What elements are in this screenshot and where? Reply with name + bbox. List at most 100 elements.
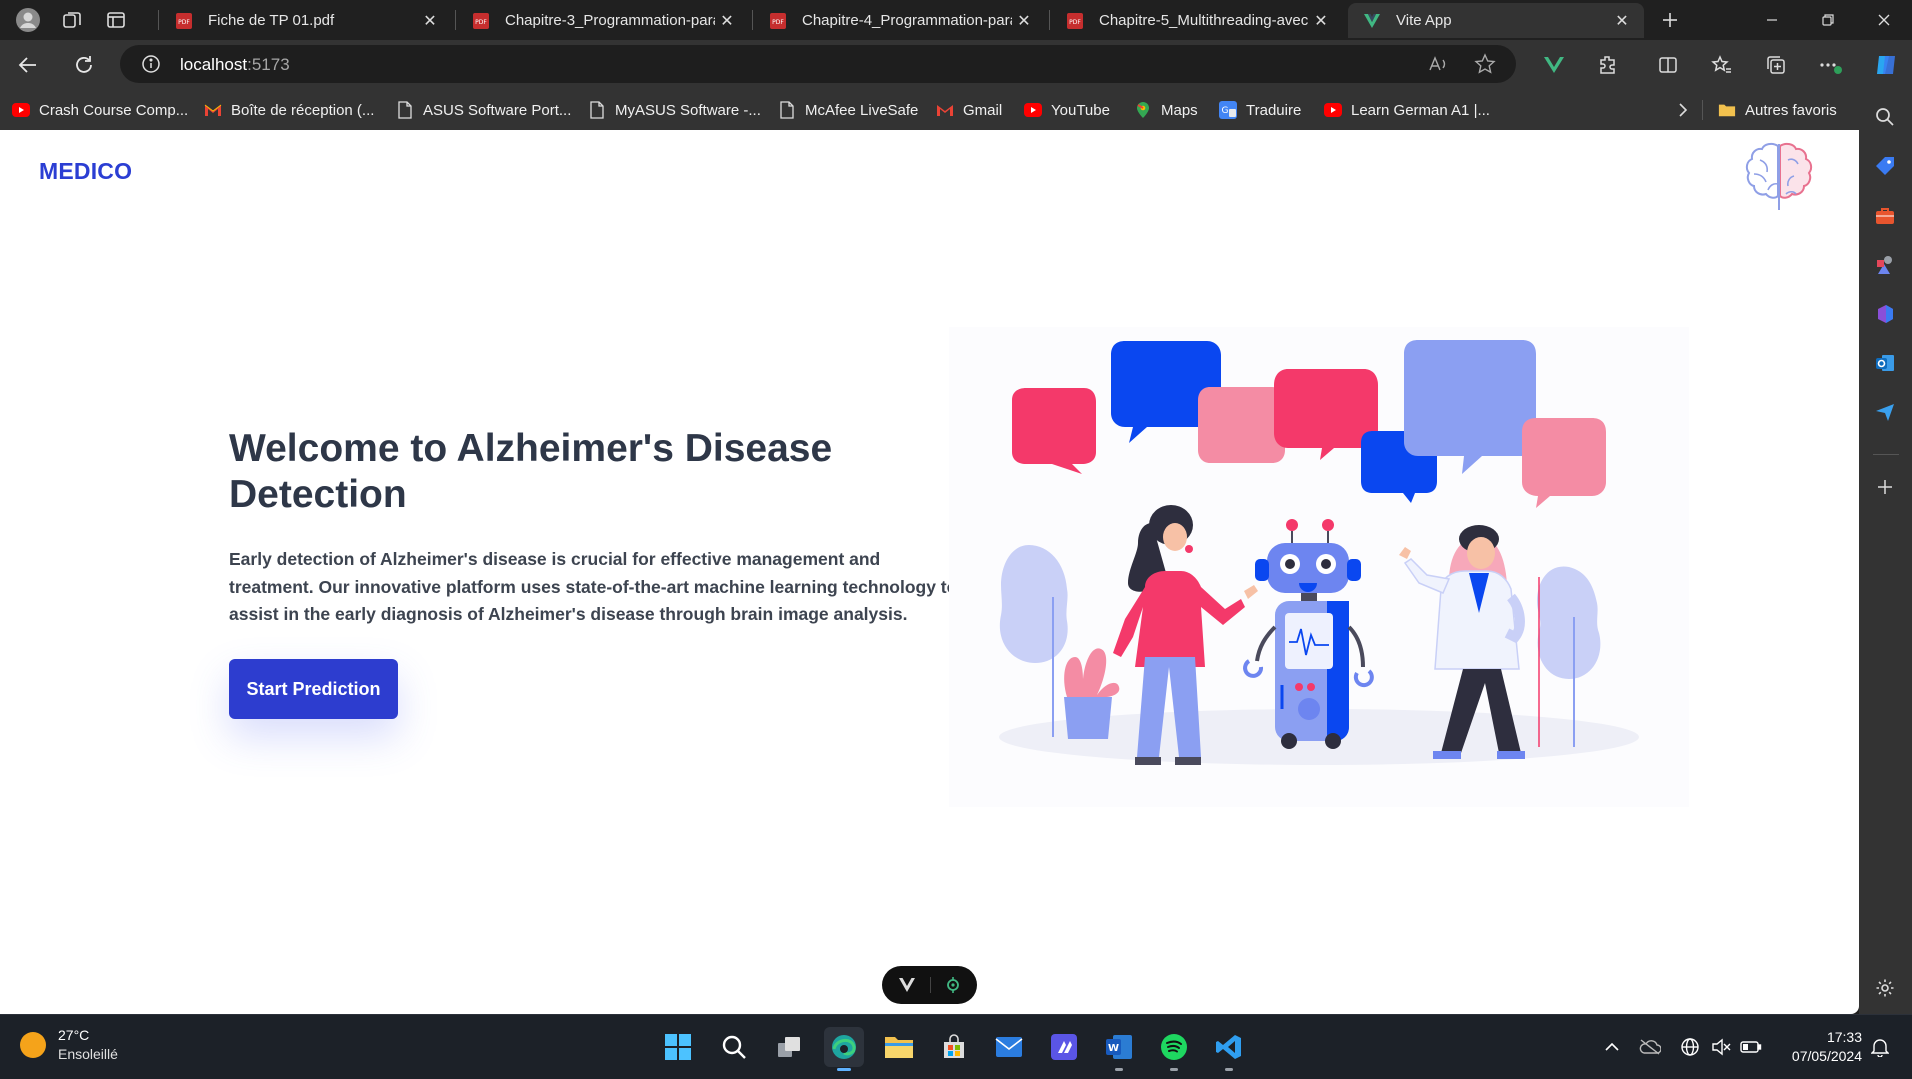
read-aloud-icon[interactable] bbox=[1425, 51, 1451, 77]
close-icon[interactable]: ✕ bbox=[1309, 9, 1333, 33]
minimize-icon[interactable] bbox=[1744, 0, 1800, 40]
extensions-icon[interactable] bbox=[1588, 45, 1628, 85]
copilot-icon[interactable] bbox=[1866, 45, 1906, 85]
bookmark-item[interactable]: Maps bbox=[1134, 98, 1198, 122]
send-icon[interactable] bbox=[1870, 397, 1900, 427]
clock-time: 17:33 bbox=[1826, 1029, 1862, 1045]
youtube-icon bbox=[12, 101, 30, 119]
bookmark-item[interactable]: McAfee LiveSafe bbox=[778, 98, 918, 122]
workspaces-icon[interactable] bbox=[50, 0, 94, 40]
close-icon[interactable]: ✕ bbox=[1610, 9, 1634, 33]
translate-icon: G bbox=[1219, 101, 1237, 119]
sidebar-settings-gear-icon[interactable] bbox=[1870, 973, 1900, 1003]
maps-icon bbox=[1134, 101, 1152, 119]
hero-description: Early detection of Alzheimer's disease i… bbox=[229, 549, 958, 624]
vue-devtools-extension-icon[interactable] bbox=[1534, 45, 1574, 85]
bookmark-item[interactable]: YouTube bbox=[1024, 98, 1110, 122]
spotify-taskbar-app[interactable] bbox=[1154, 1027, 1194, 1071]
games-icon[interactable] bbox=[1870, 250, 1900, 280]
bookmark-item[interactable]: ASUS Software Port... bbox=[396, 98, 571, 122]
favorites-icon[interactable] bbox=[1702, 45, 1742, 85]
outlook-icon[interactable] bbox=[1870, 348, 1900, 378]
edge-taskbar-app[interactable] bbox=[824, 1027, 864, 1071]
tab-title: Vite App bbox=[1396, 12, 1452, 29]
start-prediction-button[interactable]: Start Prediction bbox=[229, 659, 398, 719]
site-logo[interactable]: MEDICO bbox=[39, 158, 132, 185]
close-icon[interactable]: ✕ bbox=[418, 9, 442, 33]
window-controls bbox=[1744, 0, 1912, 40]
edge-icon bbox=[832, 1035, 856, 1059]
tab-separator bbox=[158, 10, 159, 30]
taskbar-search-icon[interactable] bbox=[714, 1027, 754, 1067]
search-icon[interactable] bbox=[1870, 102, 1900, 132]
mail-taskbar-app[interactable] bbox=[989, 1027, 1029, 1067]
close-icon[interactable]: ✕ bbox=[1012, 9, 1036, 33]
restore-icon[interactable] bbox=[1800, 0, 1856, 40]
notification-bell-icon[interactable] bbox=[1868, 1035, 1892, 1059]
tab-1[interactable]: PDF Fiche de TP 01.pdf ✕ bbox=[160, 3, 452, 38]
tab-title: Chapitre-3_Programmation-parallele bbox=[505, 12, 715, 29]
tab-3[interactable]: PDF Chapitre-4_Programmation-parallele ✕ bbox=[754, 3, 1046, 38]
spotify-icon bbox=[1161, 1034, 1187, 1060]
sun-icon bbox=[20, 1031, 46, 1058]
task-view-icon[interactable] bbox=[769, 1027, 809, 1067]
word-taskbar-app[interactable]: W bbox=[1099, 1027, 1139, 1071]
vue-devtools-toggle[interactable] bbox=[882, 966, 977, 1004]
page-icon bbox=[588, 101, 606, 119]
add-sidebar-app-icon[interactable] bbox=[1870, 472, 1900, 502]
site-info-icon[interactable] bbox=[138, 51, 164, 77]
tab-5-active[interactable]: Vite App ✕ bbox=[1348, 3, 1644, 38]
profile-icon[interactable] bbox=[6, 0, 50, 40]
tab-2[interactable]: PDF Chapitre-3_Programmation-parallele ✕ bbox=[457, 3, 749, 38]
bookmark-label: Gmail bbox=[963, 101, 1003, 119]
edge-sidebar bbox=[1859, 90, 1912, 1014]
start-button[interactable] bbox=[658, 1027, 698, 1067]
file-explorer-taskbar-app[interactable] bbox=[879, 1027, 919, 1067]
bookmark-item[interactable]: Crash Course Comp... bbox=[12, 98, 188, 122]
divider bbox=[930, 977, 931, 993]
refresh-button[interactable] bbox=[64, 45, 104, 85]
tab-title: Fiche de TP 01.pdf bbox=[208, 12, 335, 29]
collections-icon[interactable] bbox=[1756, 45, 1796, 85]
microsoft-store-taskbar-app[interactable] bbox=[934, 1027, 974, 1067]
weather-widget[interactable]: 27°C Ensoleillé bbox=[20, 1027, 118, 1062]
word-icon: W bbox=[1106, 1035, 1132, 1059]
onedrive-cloud-icon[interactable] bbox=[1638, 1035, 1662, 1059]
mail-icon bbox=[995, 1037, 1023, 1057]
favorite-star-icon[interactable] bbox=[1472, 51, 1498, 77]
tab-separator bbox=[752, 10, 753, 30]
battery-icon[interactable] bbox=[1739, 1035, 1763, 1059]
bookmark-item[interactable]: G Traduire bbox=[1219, 98, 1301, 122]
other-bookmarks-folder[interactable]: Autres favoris bbox=[1718, 98, 1837, 122]
close-icon[interactable]: ✕ bbox=[715, 9, 739, 33]
bookmark-item[interactable]: MyASUS Software -... bbox=[588, 98, 761, 122]
split-screen-icon[interactable] bbox=[1648, 45, 1688, 85]
more-options-icon[interactable] bbox=[1810, 45, 1850, 85]
shopping-tag-icon[interactable] bbox=[1870, 151, 1900, 181]
visual-studio-taskbar-app[interactable] bbox=[1044, 1027, 1084, 1067]
hero-illustration bbox=[949, 327, 1689, 807]
clock-date: 07/05/2024 bbox=[1791, 1048, 1862, 1064]
address-bar[interactable]: localhost:5173 bbox=[120, 45, 1516, 83]
back-button[interactable] bbox=[8, 45, 48, 85]
bookmark-item[interactable]: Gmail bbox=[936, 98, 1002, 122]
network-globe-icon[interactable] bbox=[1678, 1035, 1702, 1059]
show-hidden-icons-chevron-icon[interactable] bbox=[1600, 1035, 1624, 1059]
tab-actions-icon[interactable] bbox=[94, 0, 138, 40]
vscode-taskbar-app[interactable] bbox=[1209, 1027, 1249, 1071]
pdf-icon: PDF bbox=[473, 12, 489, 29]
hero-title: Welcome to Alzheimer's Disease Detection bbox=[229, 427, 833, 516]
bookmark-item[interactable]: Boîte de réception (... bbox=[204, 98, 374, 122]
pdf-icon: PDF bbox=[770, 12, 786, 29]
office-icon[interactable] bbox=[1870, 299, 1900, 329]
svg-text:W: W bbox=[1108, 1043, 1119, 1054]
tools-briefcase-icon[interactable] bbox=[1870, 201, 1900, 231]
more-bookmarks-chevron-icon[interactable] bbox=[1676, 98, 1690, 122]
close-window-icon[interactable] bbox=[1856, 0, 1912, 40]
system-clock[interactable]: 17:33 07/05/2024 bbox=[1778, 1028, 1862, 1066]
new-tab-button[interactable] bbox=[1650, 2, 1690, 38]
bookmark-item[interactable]: Learn German A1 |... bbox=[1324, 98, 1490, 122]
windows-taskbar: 27°C Ensoleillé W 17:33 07/05/2024 bbox=[0, 1014, 1912, 1079]
tab-4[interactable]: PDF Chapitre-5_Multithreading-avec ✕ bbox=[1051, 3, 1343, 38]
volume-muted-icon[interactable] bbox=[1709, 1035, 1733, 1059]
